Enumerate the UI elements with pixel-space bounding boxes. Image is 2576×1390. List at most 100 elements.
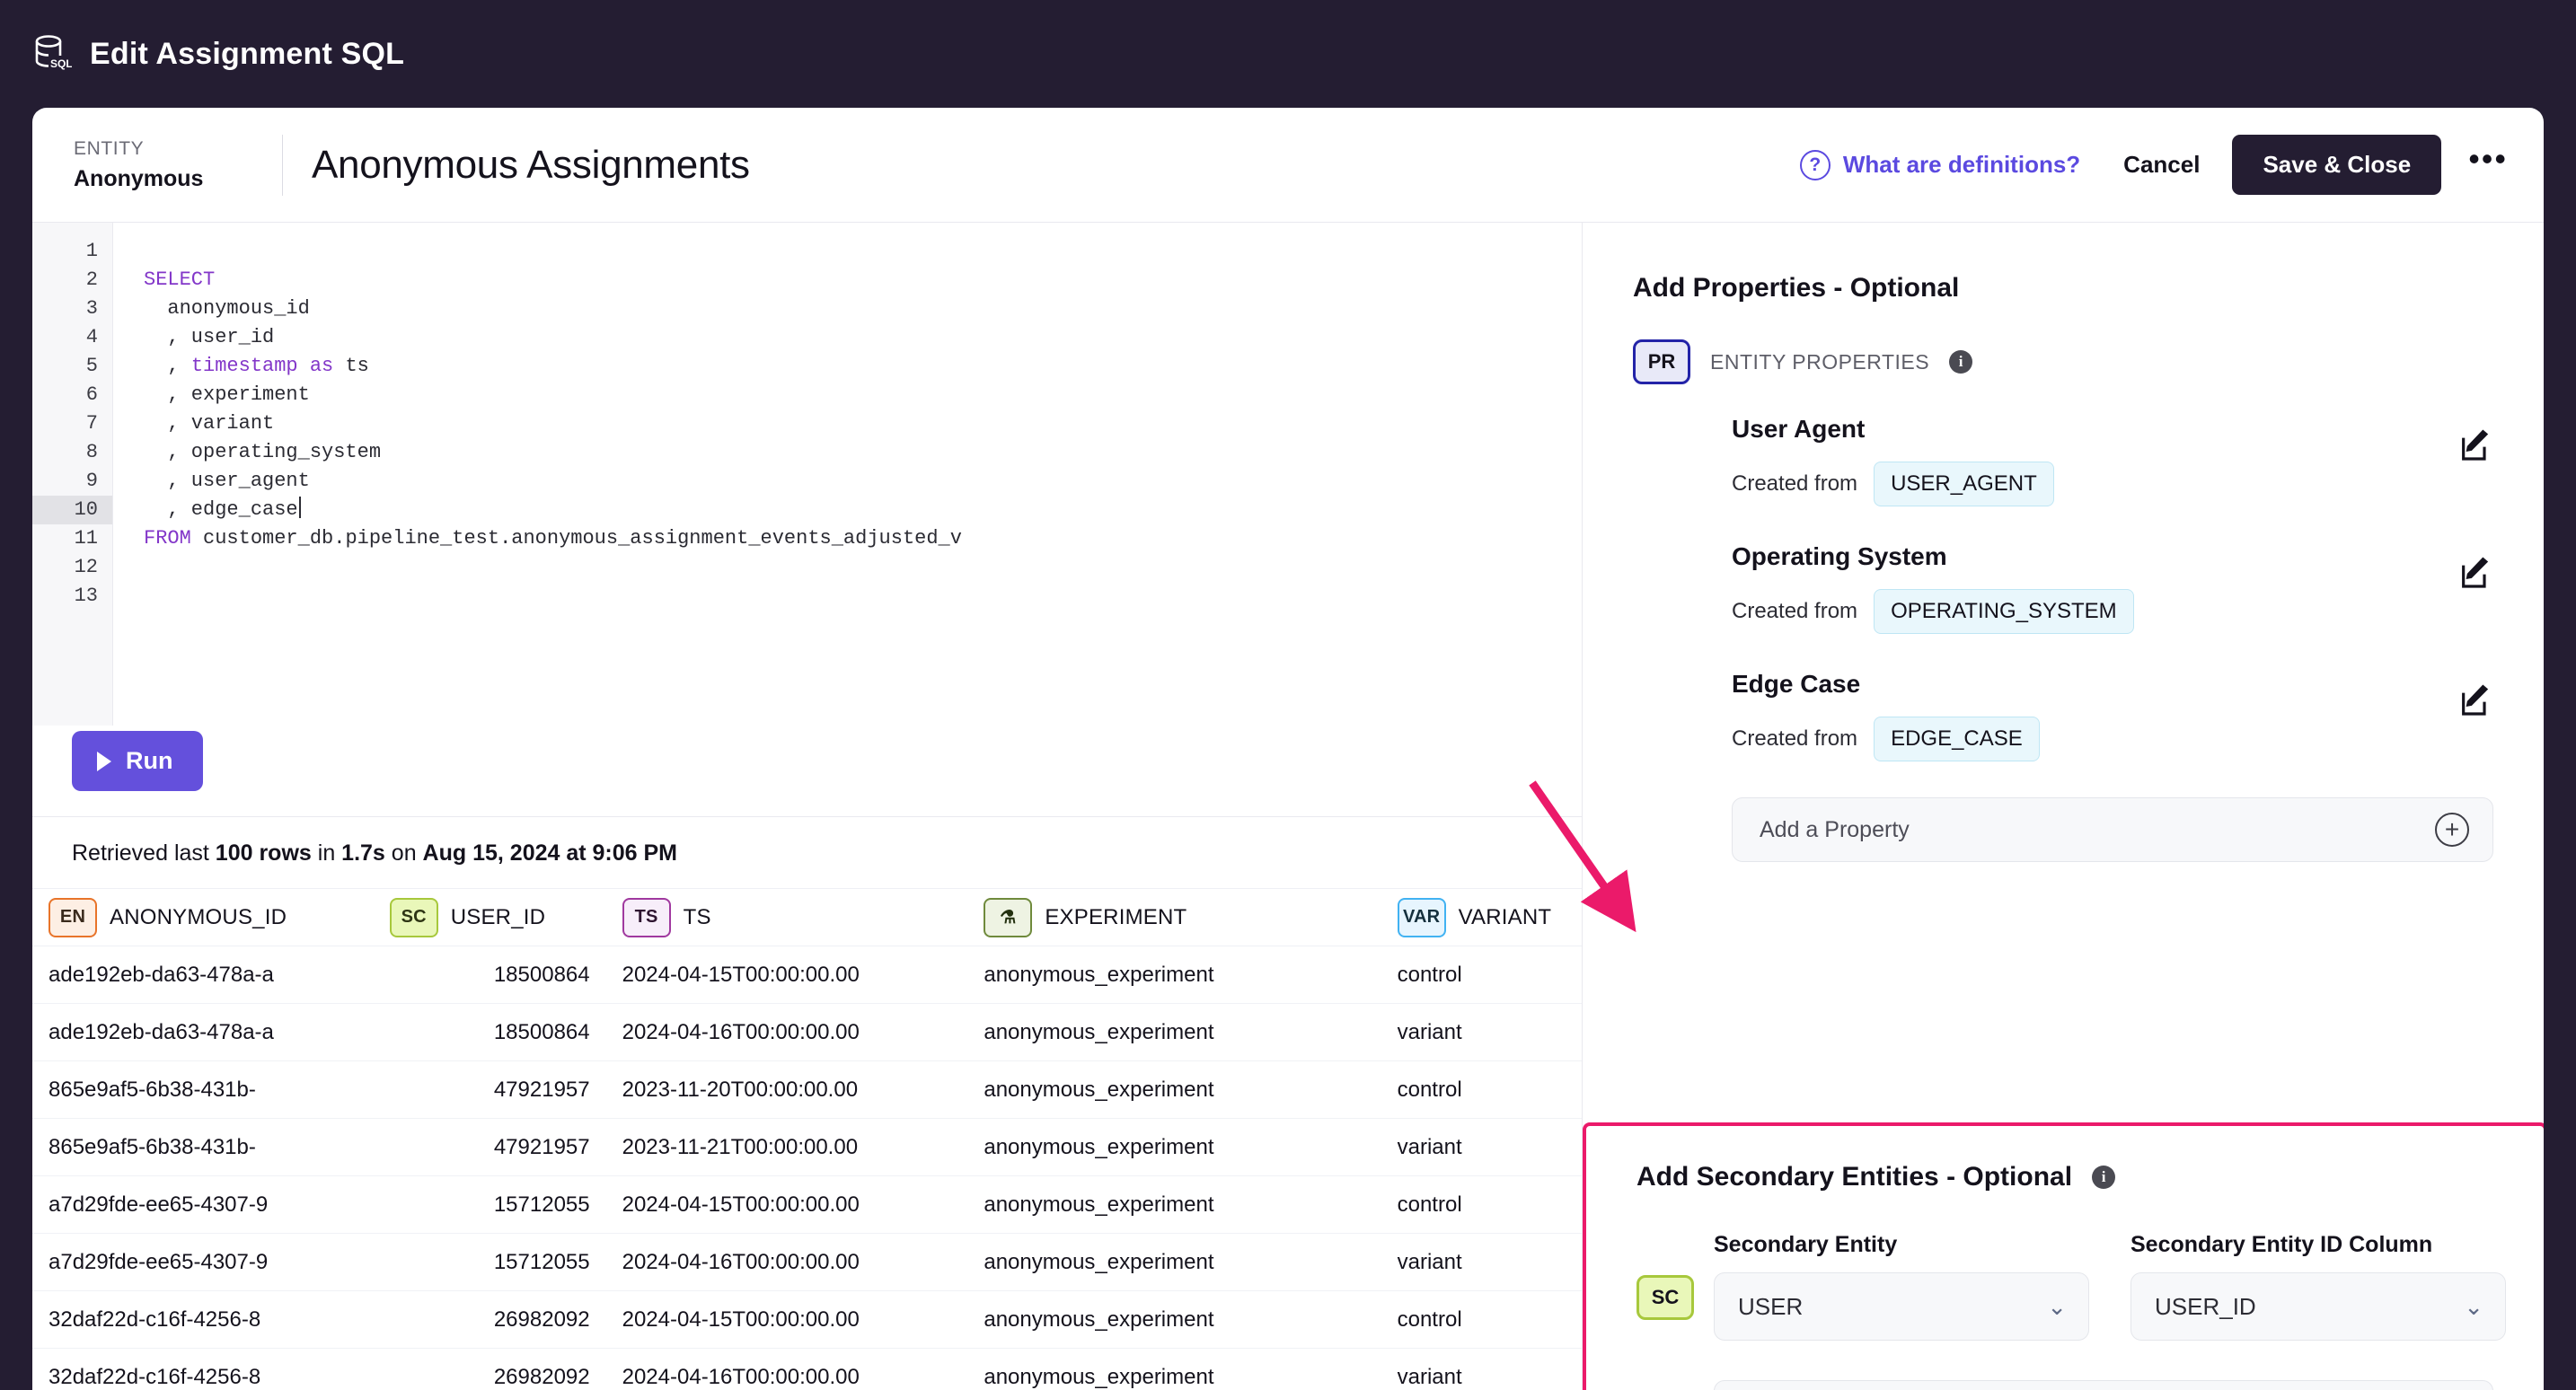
add-property-button[interactable]: Add a Property + xyxy=(1732,797,2493,862)
sql-editor[interactable]: 12345678910111213 SELECT anonymous_id , … xyxy=(32,223,1582,726)
column-header-label: USER_ID xyxy=(451,905,545,930)
table-row[interactable]: ade192eb-da63-478a-a185008642024-04-15T0… xyxy=(32,946,1582,1004)
editor-code-line: , experiment xyxy=(144,381,1582,409)
column-type-badge-icon: EN xyxy=(49,898,97,937)
chevron-down-icon: ⌄ xyxy=(2047,1295,2067,1318)
table-cell: 18500864 xyxy=(374,1004,606,1061)
status-duration: 1.7s xyxy=(341,840,385,866)
sql-keyword: SELECT xyxy=(144,268,215,291)
table-cell: control xyxy=(1381,946,1582,1004)
table-cell: control xyxy=(1381,1291,1582,1349)
table-cell: 15712055 xyxy=(374,1176,606,1234)
editor-line-number: 3 xyxy=(32,295,112,323)
table-row[interactable]: 32daf22d-c16f-4256-8269820922024-04-16T0… xyxy=(32,1349,1582,1390)
table-cell: a7d29fde-ee65-4307-9 xyxy=(32,1176,374,1234)
results-status: Retrieved last 100 rows in 1.7s on Aug 1… xyxy=(32,816,1582,888)
what-are-definitions-link[interactable]: ? What are definitions? xyxy=(1800,150,2080,180)
left-pane: 12345678910111213 SELECT anonymous_id , … xyxy=(32,223,1583,1390)
results-column-header[interactable]: ⚗ EXPERIMENT xyxy=(967,889,1381,946)
property-row: User AgentCreated fromUSER_AGENT xyxy=(1633,415,2493,542)
info-icon[interactable]: i xyxy=(2092,1166,2115,1189)
editor-code-line: , operating_system xyxy=(144,438,1582,467)
table-cell: variant xyxy=(1381,1349,1582,1390)
column-header-inner: ENANONYMOUS_ID xyxy=(49,898,357,937)
source-column-pill: OPERATING_SYSTEM xyxy=(1874,589,2134,634)
secondary-entity-fields: Secondary Entity USER ⌄ Secondary Entity… xyxy=(1714,1232,2544,1341)
column-type-badge-icon: TS xyxy=(622,898,671,937)
sql-text: , variant xyxy=(144,412,274,435)
table-cell: 47921957 xyxy=(374,1119,606,1176)
table-cell: 32daf22d-c16f-4256-8 xyxy=(32,1291,374,1349)
table-cell: 2024-04-16T00:00:00.00 xyxy=(606,1234,968,1291)
table-cell: anonymous_experiment xyxy=(967,1061,1381,1119)
table-cell: 2024-04-15T00:00:00.00 xyxy=(606,1176,968,1234)
editor-code-line xyxy=(144,237,1582,266)
results-table-container[interactable]: ENANONYMOUS_ID SCUSER_ID TS TS ⚗ EXPERIMENT VA… xyxy=(32,888,1582,1390)
table-row[interactable]: 32daf22d-c16f-4256-8269820922024-04-15T0… xyxy=(32,1291,1582,1349)
table-cell: anonymous_experiment xyxy=(967,1291,1381,1349)
info-icon[interactable]: i xyxy=(1949,350,1972,374)
edit-pencil-icon[interactable] xyxy=(2457,555,2493,591)
secondary-entity-id-column-field: Secondary Entity ID Column USER_ID ⌄ xyxy=(2130,1232,2506,1341)
property-list: User AgentCreated fromUSER_AGENTOperatin… xyxy=(1633,415,2493,797)
header-actions: ? What are definitions? Cancel Save & Cl… xyxy=(1800,135,2508,195)
column-type-badge-icon: ⚗ xyxy=(984,898,1032,937)
svg-text:SQL: SQL xyxy=(50,57,72,70)
results-column-header[interactable]: SCUSER_ID xyxy=(374,889,606,946)
edit-pencil-icon[interactable] xyxy=(2457,682,2493,718)
status-prefix: Retrieved last xyxy=(72,840,216,866)
table-cell: 2024-04-16T00:00:00.00 xyxy=(606,1004,968,1061)
table-row[interactable]: ade192eb-da63-478a-a185008642024-04-16T0… xyxy=(32,1004,1582,1061)
property-name: Edge Case xyxy=(1732,670,2493,699)
run-button[interactable]: Run xyxy=(72,731,203,791)
text-cursor xyxy=(299,497,301,518)
app-root: SQL Edit Assignment SQL ENTITY Anonymous… xyxy=(0,0,2576,1390)
table-row[interactable]: a7d29fde-ee65-4307-9157120552024-04-15T0… xyxy=(32,1176,1582,1234)
cancel-button[interactable]: Cancel xyxy=(2118,142,2205,188)
add-entity-button[interactable]: Add an Entity + xyxy=(1714,1380,2493,1390)
table-cell: ade192eb-da63-478a-a xyxy=(32,946,374,1004)
results-column-header[interactable]: TS TS xyxy=(606,889,968,946)
results-column-header[interactable]: ENANONYMOUS_ID xyxy=(32,889,374,946)
results-table-body: ade192eb-da63-478a-a18500864 2024-04-15T0… xyxy=(32,946,1582,1390)
table-cell: control xyxy=(1381,1061,1582,1119)
table-row[interactable]: 865e9af5-6b38-431b-479219572023-11-20T00… xyxy=(32,1061,1582,1119)
secondary-entity-id-column-select[interactable]: USER_ID ⌄ xyxy=(2130,1272,2506,1341)
column-header-label: VARIANT xyxy=(1459,905,1552,930)
save-and-close-button[interactable]: Save & Close xyxy=(2232,135,2441,195)
question-mark-icon: ? xyxy=(1800,150,1831,180)
entity-block: ENTITY Anonymous xyxy=(74,135,253,196)
secondary-entities-panel: Add Secondary Entities - Optional i SC S… xyxy=(1583,1122,2544,1390)
column-header-inner: VARVARIANT xyxy=(1398,898,1582,937)
run-row: Run xyxy=(32,726,1582,816)
status-on: on xyxy=(385,840,423,866)
sql-keyword: timestamp as xyxy=(191,355,333,377)
secondary-entities-title: Add Secondary Entities - Optional xyxy=(1636,1162,2072,1192)
secondary-entity-select[interactable]: USER ⌄ xyxy=(1714,1272,2089,1341)
sql-text: ts xyxy=(333,355,369,377)
sql-text: , operating_system xyxy=(144,441,381,463)
results-column-header[interactable]: VARVARIANT xyxy=(1381,889,1582,946)
editor-line-number: 11 xyxy=(32,524,112,553)
edit-pencil-icon[interactable] xyxy=(2457,427,2493,463)
column-header-label: TS xyxy=(684,905,711,930)
table-cell: control xyxy=(1381,1176,1582,1234)
secondary-entity-id-column-label: Secondary Entity ID Column xyxy=(2130,1232,2506,1258)
editor-line-number: 4 xyxy=(32,323,112,352)
entity-value: Anonymous xyxy=(74,163,253,195)
more-options-icon[interactable]: ••• xyxy=(2468,153,2508,176)
editor-code-line: anonymous_id xyxy=(144,295,1582,323)
plus-circle-icon: + xyxy=(2435,813,2469,847)
editor-line-number: 8 xyxy=(32,438,112,467)
sql-text: , edge_case xyxy=(144,498,298,521)
sql-text: , user_id xyxy=(144,326,274,348)
column-header-label: EXPERIMENT xyxy=(1045,905,1187,930)
property-row: Operating SystemCreated fromOPERATING_SY… xyxy=(1633,542,2493,670)
created-from-label: Created from xyxy=(1732,726,1857,752)
editor-code-area[interactable]: SELECT anonymous_id , user_id , timestam… xyxy=(113,223,1582,726)
card-body: 12345678910111213 SELECT anonymous_id , … xyxy=(32,223,2544,1390)
sql-text: customer_db.pipeline_test.anonymous_assi… xyxy=(191,527,962,550)
right-pane: Add Properties - Optional PR ENTITY PROP… xyxy=(1583,223,2544,1390)
table-row[interactable]: 865e9af5-6b38-431b-479219572023-11-21T00… xyxy=(32,1119,1582,1176)
table-row[interactable]: a7d29fde-ee65-4307-9157120552024-04-16T0… xyxy=(32,1234,1582,1291)
